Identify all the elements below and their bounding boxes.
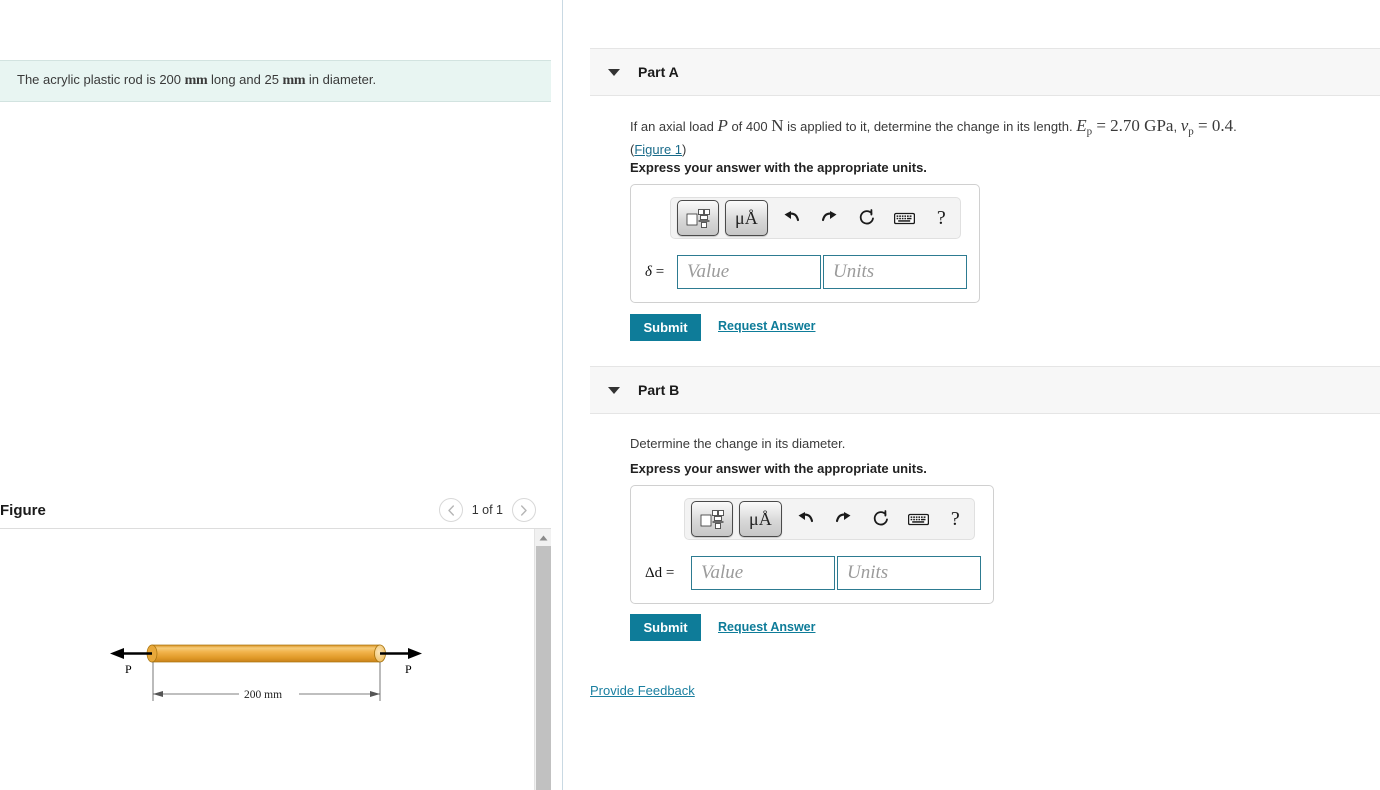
part-a-input-row: δ = (645, 255, 967, 289)
part-b-input-row: Δd = (645, 556, 981, 590)
part-a-units-input[interactable] (823, 255, 967, 289)
question-end: . (1233, 119, 1237, 134)
figure-canvas: P P 200 mm (0, 529, 534, 790)
keyboard-button[interactable] (885, 201, 922, 235)
redo-arrow-icon (822, 211, 837, 222)
part-b-toolbar: μÅ ? (684, 498, 975, 540)
part-b-instruction: Express your answer with the appropriate… (630, 461, 927, 476)
figure-navigation: 1 of 1 (438, 498, 551, 522)
problem-text-2: long and 25 (207, 72, 283, 88)
given-e-symbol: E (1076, 116, 1087, 135)
scroll-up-button[interactable] (535, 529, 552, 546)
part-b-equals: = (665, 564, 675, 581)
part-b-submit-button[interactable]: Submit (630, 614, 701, 641)
reset-button[interactable] (848, 201, 885, 235)
reset-button[interactable] (862, 502, 899, 536)
scrollbar-thumb[interactable] (536, 546, 551, 790)
help-button[interactable]: ? (937, 502, 974, 536)
help-label: ? (950, 507, 960, 530)
figure-title: Figure (0, 501, 46, 519)
part-a-request-answer-link[interactable]: Request Answer (718, 319, 815, 333)
part-a-answer-label: δ = (645, 264, 677, 281)
undo-button[interactable] (788, 502, 825, 536)
problem-unit-2: mm (282, 73, 306, 89)
given-nu-value: = 0.4 (1193, 116, 1234, 135)
math-template-icon (700, 510, 725, 529)
part-b-answer-box: μÅ ? Δd = (630, 485, 994, 604)
question-var-p: P (717, 116, 728, 135)
figure-header: Figure 1 of 1 (0, 492, 551, 528)
part-b-header[interactable]: Part B (590, 366, 1380, 414)
math-template-icon (686, 209, 711, 228)
redo-button[interactable] (825, 502, 862, 536)
units-icon-button[interactable]: μÅ (739, 501, 782, 537)
keyboard-button[interactable] (899, 502, 936, 536)
part-b-symbol: Δd (645, 564, 663, 581)
part-b-answer-label: Δd = (645, 565, 691, 582)
keyboard-icon (893, 212, 915, 224)
units-icon-button[interactable]: μÅ (725, 200, 768, 236)
math-template-icon-button[interactable] (677, 200, 720, 236)
undo-button[interactable] (774, 201, 811, 235)
collapse-caret-icon[interactable] (608, 68, 620, 76)
figure-next-button[interactable] (512, 498, 536, 522)
question-unit-n: N (771, 116, 784, 135)
rod-diagram: P P 200 mm (110, 644, 422, 701)
right-force-label: P (405, 662, 412, 676)
problem-text-1: The acrylic plastic rod is 200 (17, 72, 185, 88)
help-button[interactable]: ? (923, 201, 960, 235)
provide-feedback-link[interactable]: Provide Feedback (590, 683, 695, 698)
figure-link-wrap: (Figure 1) (630, 142, 687, 158)
dimension-label: 200 mm (244, 689, 282, 701)
part-b-question: Determine the change in its diameter. (630, 436, 846, 451)
left-force-label: P (125, 662, 132, 676)
part-a-answer-box: μÅ ? δ = (630, 184, 980, 303)
scroll-up-arrow-icon (539, 535, 548, 540)
problem-text-3: in diameter. (305, 72, 377, 88)
part-a-question: If an axial load P of 400 N is applied t… (630, 113, 1330, 160)
chevron-left-icon (448, 504, 454, 516)
part-a-symbol: δ (645, 263, 652, 280)
figure-prev-button[interactable] (438, 498, 463, 522)
undo-arrow-icon (798, 512, 814, 523)
collapse-caret-icon[interactable] (608, 386, 620, 394)
given-e-value: = 2.70 GPa (1092, 116, 1174, 135)
question-post: is applied to it, determine the change i… (783, 119, 1077, 134)
part-b-title: Part B (638, 382, 680, 398)
problem-statement-text: The acrylic plastic rod is 200 mm long a… (0, 71, 376, 91)
part-a-instruction: Express your answer with the appropriate… (630, 160, 927, 175)
undo-arrow-icon (784, 211, 800, 222)
units-label: μÅ (749, 509, 772, 529)
part-a-toolbar: μÅ ? (670, 197, 961, 239)
figure-counter: 1 of 1 (471, 503, 503, 517)
part-a-title: Part A (638, 64, 679, 80)
chevron-right-icon (521, 504, 527, 516)
part-a-header[interactable]: Part A (590, 48, 1380, 96)
math-template-icon-button[interactable] (691, 501, 734, 537)
help-label: ? (936, 206, 946, 229)
part-a-value-input[interactable] (677, 255, 821, 289)
figure-1-link[interactable]: Figure 1 (634, 142, 682, 157)
problem-statement: The acrylic plastic rod is 200 mm long a… (0, 60, 551, 102)
figure-panel: The acrylic plastic rod is 200 mm long a… (0, 0, 563, 790)
part-a-equals: = (655, 263, 665, 280)
answer-panel: Part A If an axial load P of 400 N is ap… (564, 0, 1380, 790)
question-mid: of 400 (727, 119, 772, 134)
redo-arrow-icon (836, 512, 851, 523)
figure-scrollbar[interactable] (534, 529, 551, 790)
question-pre: If an axial load (630, 119, 718, 134)
reset-circle-icon (873, 510, 888, 526)
given-separator: , (1173, 119, 1181, 134)
part-b-value-input[interactable] (691, 556, 835, 590)
reset-circle-icon (859, 209, 874, 225)
problem-unit-1: mm (184, 73, 208, 89)
redo-button[interactable] (811, 201, 848, 235)
part-a-submit-button[interactable]: Submit (630, 314, 701, 341)
units-label: μÅ (735, 208, 758, 228)
keyboard-icon (907, 513, 929, 525)
part-b-units-input[interactable] (837, 556, 981, 590)
part-b-request-answer-link[interactable]: Request Answer (718, 620, 815, 634)
